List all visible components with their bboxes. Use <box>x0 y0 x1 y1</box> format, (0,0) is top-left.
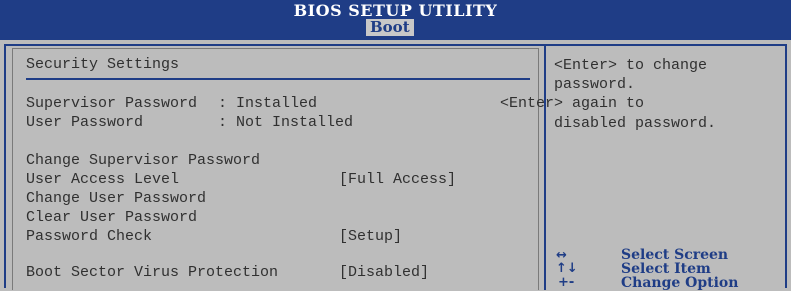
key-help-select-screen: Select Screen <box>621 247 729 263</box>
panel-divider <box>544 44 546 290</box>
user-access-level-label[interactable]: User Access Level <box>26 171 179 189</box>
clear-user-password-item[interactable]: Clear User Password <box>26 209 197 227</box>
boot-virus-protection-label[interactable]: Boot Sector Virus Protection <box>26 264 278 282</box>
supervisor-password-status: : Installed <box>218 95 318 112</box>
user-access-level-value[interactable]: [Full Access] <box>339 171 456 189</box>
key-help-change-option: Change Option <box>621 275 739 291</box>
help-line-3: <Enter> again to <box>500 95 645 112</box>
user-password-label: User Password <box>26 114 144 131</box>
tab-boot[interactable]: Boot <box>366 19 414 36</box>
section-separator <box>26 78 530 80</box>
change-user-password-item[interactable]: Change User Password <box>26 190 206 208</box>
supervisor-password-label: Supervisor Password <box>26 95 198 112</box>
up-down-arrow-icon: ↑↓ <box>556 261 578 276</box>
boot-virus-protection-value[interactable]: [Disabled] <box>339 264 429 282</box>
password-check-label[interactable]: Password Check <box>26 228 152 246</box>
help-line-1: <Enter> to change <box>554 57 708 74</box>
section-title: Security Settings <box>26 56 180 73</box>
change-supervisor-password-item[interactable]: Change Supervisor Password <box>26 152 260 170</box>
help-line-2: password. <box>554 76 636 93</box>
key-help-select-item: Select Item <box>621 261 711 277</box>
password-check-value[interactable]: [Setup] <box>339 228 402 246</box>
user-password-status: : Not Installed <box>218 114 354 131</box>
plus-minus-icon: +- <box>558 275 575 290</box>
help-line-4: disabled password. <box>554 115 717 132</box>
